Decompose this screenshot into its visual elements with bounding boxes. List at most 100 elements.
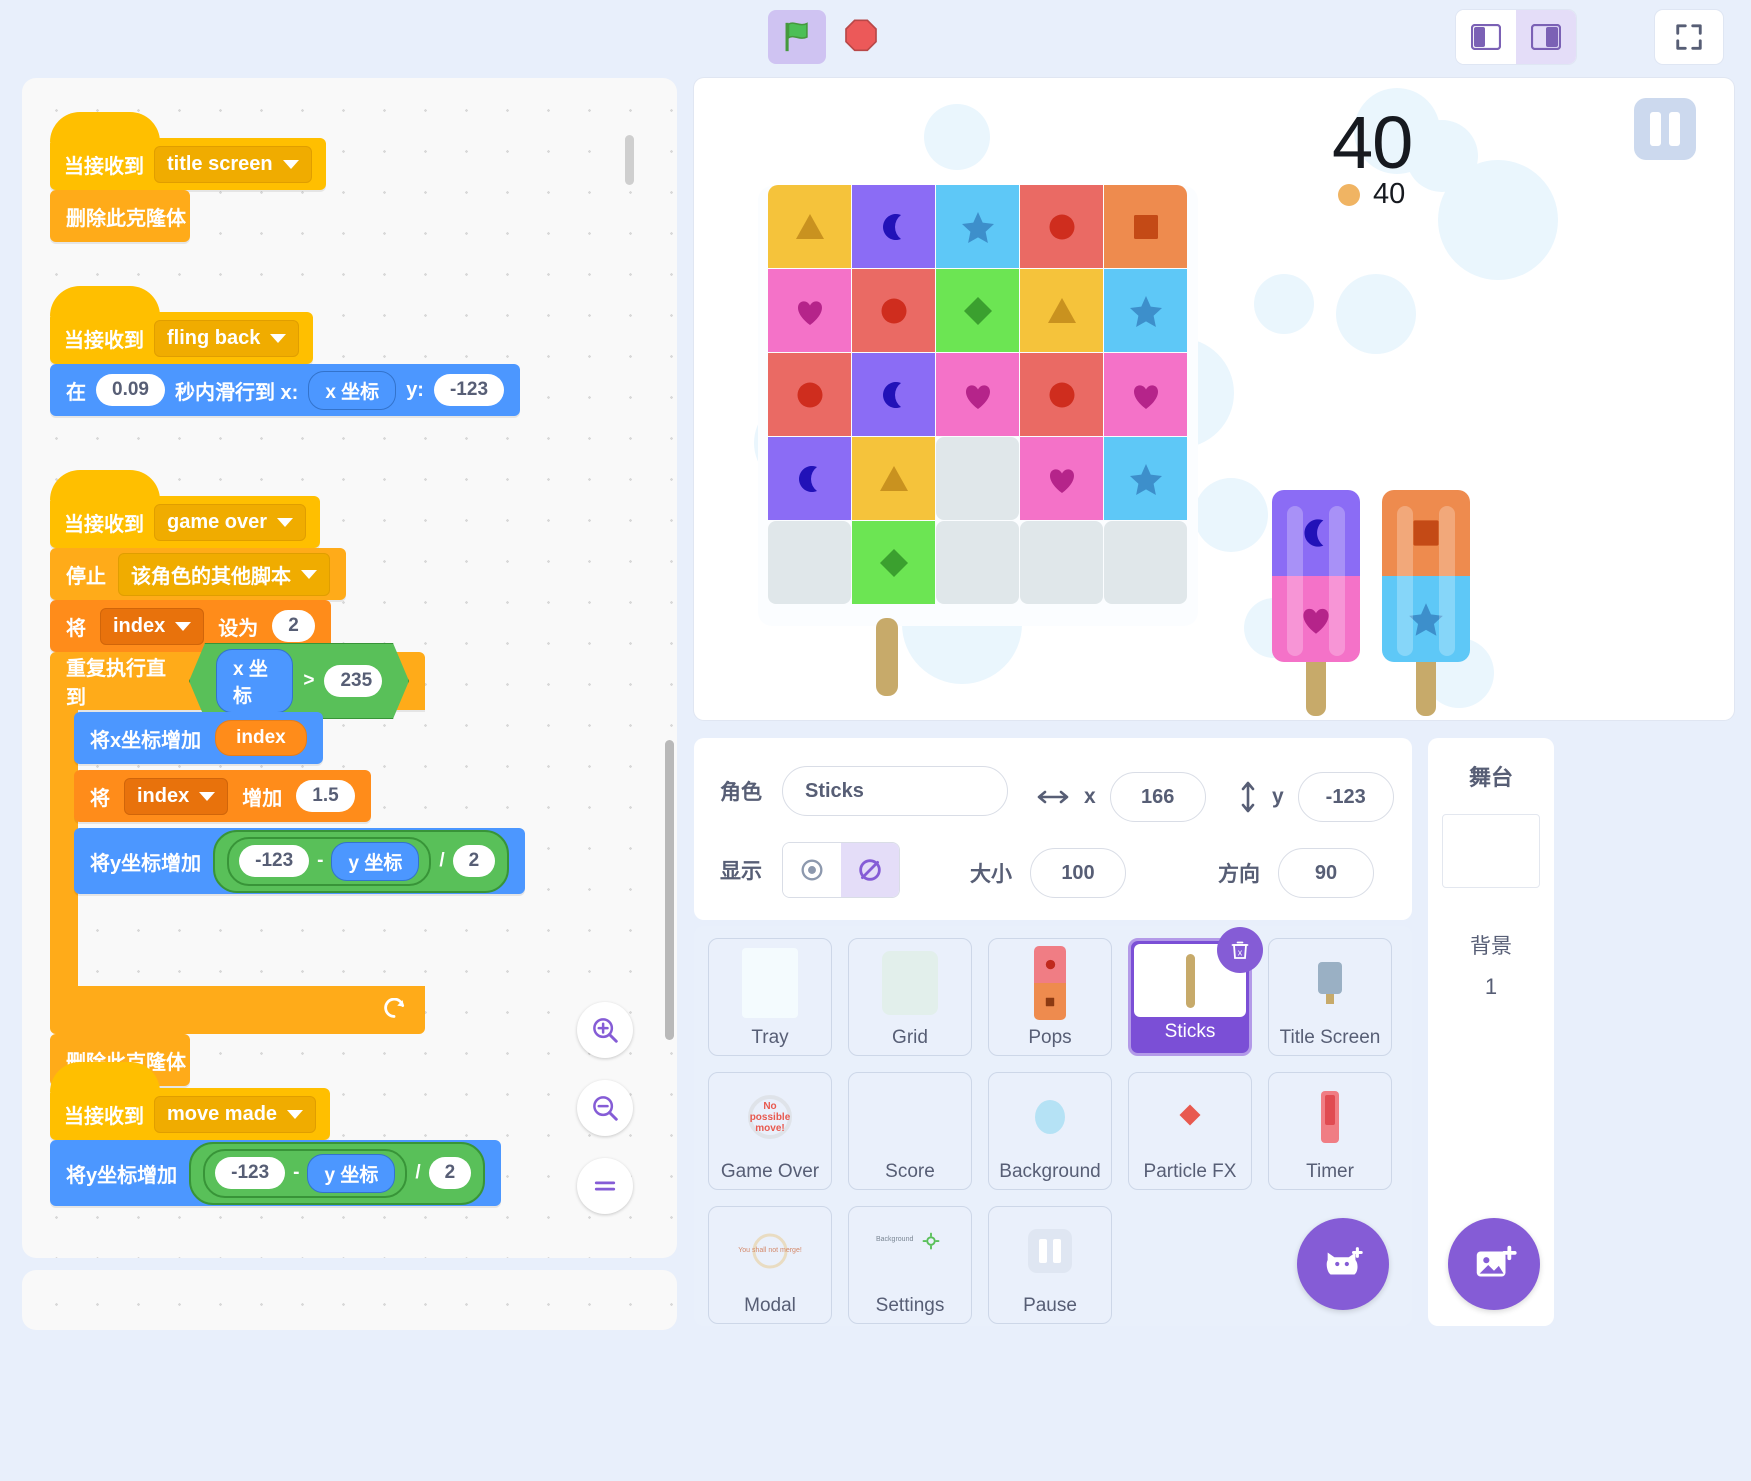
zoom-in-button[interactable] — [577, 1002, 633, 1058]
grid-cell-1-0[interactable] — [768, 269, 851, 352]
grid-cell-2-4[interactable] — [1104, 353, 1187, 436]
code-workspace[interactable]: 当接收到 title screen 删除此克隆体 当接收到 fling back… — [22, 78, 677, 1258]
size-input[interactable]: 100 — [1030, 848, 1126, 898]
grid-cell-4-2[interactable] — [936, 521, 1019, 604]
grid-cell-0-3[interactable] — [1020, 185, 1103, 268]
grid-cell-0-4[interactable] — [1104, 185, 1187, 268]
grid-cell-1-1[interactable] — [852, 269, 935, 352]
sprite-card-settings[interactable]: Background Settings — [848, 1206, 972, 1324]
stage-thumbnail[interactable] — [1442, 814, 1540, 888]
block-stop-other-scripts[interactable]: 停止 该角色的其他脚本 — [50, 548, 346, 600]
block-change-y-by-2[interactable]: 将y坐标增加 -123 - y 坐标 / 2 — [50, 1140, 502, 1206]
block-change-y-by[interactable]: 将y坐标增加 -123 - y 坐标 / 2 — [74, 828, 526, 894]
operand-a-input[interactable]: -123 — [215, 1157, 286, 1189]
grid-cell-1-3[interactable] — [1020, 269, 1103, 352]
grid-cell-0-1[interactable] — [852, 185, 935, 268]
subtraction-operator[interactable]: -123 - y 坐标 — [203, 1148, 408, 1198]
y-position-reporter[interactable]: y 坐标 — [307, 1153, 396, 1193]
fullscreen-button[interactable] — [1655, 10, 1723, 64]
set-value-input[interactable]: 2 — [272, 610, 315, 642]
grid-cell-3-0[interactable] — [768, 437, 851, 520]
grid-cell-1-2[interactable] — [936, 269, 1019, 352]
add-sprite-button[interactable] — [1297, 1218, 1389, 1310]
grid-cell-4-3[interactable] — [1020, 521, 1103, 604]
change-amount-input[interactable]: 1.5 — [296, 780, 355, 812]
block-change-x-by[interactable]: 将x坐标增加 index — [74, 712, 323, 764]
message-dropdown[interactable]: game over — [154, 503, 307, 541]
hat-block-when-receive-game-over[interactable]: 当接收到 game over — [50, 470, 321, 548]
delete-sprite-button[interactable]: x — [1217, 927, 1263, 973]
large-stage-button[interactable] — [1516, 10, 1576, 64]
sprite-card-pops[interactable]: Pops — [988, 938, 1112, 1056]
stage[interactable]: 40 40 — [694, 78, 1734, 720]
operand-c-input[interactable]: 2 — [452, 845, 496, 877]
grid-cell-4-0[interactable] — [768, 521, 851, 604]
y-position-reporter[interactable]: y 坐标 — [331, 841, 420, 881]
variable-dropdown[interactable]: index — [124, 777, 229, 815]
block-change-variable-by[interactable]: 将 index 增加 1.5 — [74, 770, 371, 822]
glide-y-input[interactable]: -123 — [433, 374, 505, 406]
sprite-card-particlefx[interactable]: Particle FX — [1128, 1072, 1252, 1190]
division-operator[interactable]: -123 - y 坐标 / 2 — [213, 829, 510, 893]
greater-than-boolean[interactable]: x 坐标 > 235 — [189, 643, 409, 719]
glide-seconds-input[interactable]: 0.09 — [96, 374, 165, 406]
hide-button[interactable] — [841, 843, 899, 897]
compare-value-input[interactable]: 235 — [324, 665, 382, 697]
grid-cell-0-2[interactable] — [936, 185, 1019, 268]
grid-cell-3-1[interactable] — [852, 437, 935, 520]
small-stage-button[interactable] — [1456, 10, 1516, 64]
direction-input[interactable]: 90 — [1278, 848, 1374, 898]
message-dropdown[interactable]: fling back — [154, 319, 300, 357]
grid-cell-4-1[interactable] — [852, 521, 935, 604]
subtraction-operator[interactable]: -123 - y 坐标 — [227, 836, 432, 886]
hat-block-when-receive-fling-back[interactable]: 当接收到 fling back — [50, 286, 314, 364]
stop-button[interactable] — [838, 14, 884, 60]
grid-cell-3-4[interactable] — [1104, 437, 1187, 520]
sprite-card-modal[interactable]: You shall not merge! Modal — [708, 1206, 832, 1324]
sprite-card-gameover[interactable]: No possible move! Game Over — [708, 1072, 832, 1190]
operand-a-input[interactable]: -123 — [239, 845, 310, 877]
block-glide-to-xy[interactable]: 在 0.09 秒内滑行到 x: x 坐标 y: -123 — [50, 364, 521, 416]
block-repeat-until-header[interactable]: 重复执行直到 x 坐标 > 235 — [50, 652, 425, 710]
hat-block-when-receive-move-made[interactable]: 当接收到 move made — [50, 1062, 331, 1140]
x-position-reporter[interactable]: x 坐标 — [308, 370, 397, 410]
sprite-name-input[interactable]: Sticks — [782, 766, 1008, 816]
game-grid[interactable] — [768, 185, 1187, 604]
sprite-card-background[interactable]: Background — [988, 1072, 1112, 1190]
block-delete-clone-1[interactable]: 删除此克隆体 — [50, 190, 190, 242]
sprite-card-timer[interactable]: Timer — [1268, 1072, 1392, 1190]
operand-c-input[interactable]: 2 — [428, 1157, 472, 1189]
sprite-card-titlescreen[interactable]: Title Screen — [1268, 938, 1392, 1056]
add-backdrop-button[interactable] — [1448, 1218, 1540, 1310]
workspace-scrollbar[interactable] — [665, 740, 674, 1040]
show-button[interactable] — [783, 843, 841, 897]
grid-cell-1-4[interactable] — [1104, 269, 1187, 352]
zoom-out-button[interactable] — [577, 1080, 633, 1136]
grid-cell-2-2[interactable] — [936, 353, 1019, 436]
x-position-reporter[interactable]: x 坐标 — [216, 649, 293, 713]
sprite-card-score[interactable]: Score — [848, 1072, 972, 1190]
hat-block-when-receive-title-screen[interactable]: 当接收到 title screen — [50, 112, 326, 190]
grid-cell-0-0[interactable] — [768, 185, 851, 268]
sprite-card-sticks[interactable]: x Sticks — [1128, 927, 1263, 1056]
grid-cell-2-1[interactable] — [852, 353, 935, 436]
zoom-reset-button[interactable] — [577, 1158, 633, 1214]
pop-sprite-1[interactable] — [1272, 490, 1360, 662]
division-operator[interactable]: -123 - y 坐标 / 2 — [189, 1141, 486, 1205]
message-dropdown[interactable]: move made — [154, 1095, 317, 1133]
green-flag-button[interactable] — [768, 10, 826, 64]
y-input[interactable]: -123 — [1297, 772, 1394, 822]
variable-reporter-index[interactable]: index — [215, 720, 307, 756]
message-dropdown[interactable]: title screen — [154, 145, 312, 183]
sprite-card-pause[interactable]: Pause — [988, 1206, 1112, 1324]
variable-dropdown[interactable]: index — [100, 607, 205, 645]
workspace-scrollbar-top[interactable] — [625, 135, 634, 185]
grid-cell-3-2[interactable] — [936, 437, 1019, 520]
grid-cell-4-4[interactable] — [1104, 521, 1187, 604]
stop-target-dropdown[interactable]: 该角色的其他脚本 — [118, 552, 330, 596]
sprite-card-grid[interactable]: Grid — [848, 938, 972, 1056]
grid-cell-2-0[interactable] — [768, 353, 851, 436]
pause-button[interactable] — [1634, 98, 1696, 160]
pop-sprite-2[interactable] — [1382, 490, 1470, 662]
grid-cell-2-3[interactable] — [1020, 353, 1103, 436]
